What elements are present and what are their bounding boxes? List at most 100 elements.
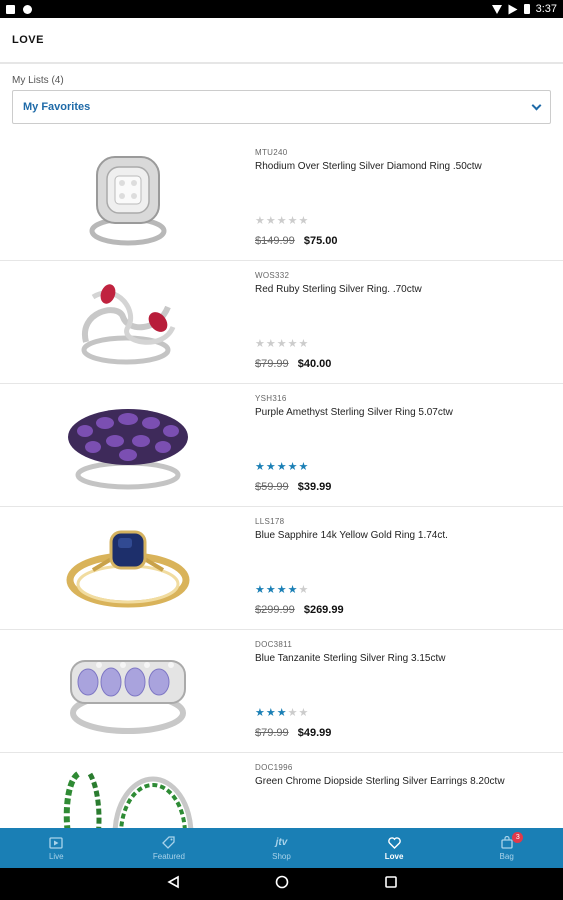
price-block: $79.99 $49.99	[255, 727, 331, 739]
price-block: $59.99 $39.99	[255, 481, 331, 493]
status-time: 3:37	[535, 3, 557, 15]
star-icon: ★	[255, 338, 265, 350]
original-price: $149.99	[255, 235, 295, 247]
battery-icon	[523, 4, 530, 14]
wifi-icon	[491, 4, 502, 14]
list-dropdown[interactable]: My Favorites	[12, 90, 551, 124]
star-icon: ★	[298, 584, 309, 596]
product-image-ruby-ring[interactable]	[0, 261, 255, 383]
tab-label: Shop	[272, 851, 291, 861]
star-icon: ★	[287, 215, 298, 227]
product-image-tanzanite-ring[interactable]	[0, 630, 255, 752]
rating-stars: ★ ★ ★ ★ ★	[255, 708, 308, 719]
system-nav-bar	[0, 868, 563, 900]
star-icon: ★	[255, 707, 265, 719]
product-list: MTU240 Rhodium Over Sterling Silver Diam…	[0, 138, 563, 828]
original-price: $79.99	[255, 358, 289, 370]
sale-price: $49.99	[297, 727, 332, 739]
original-price: $299.99	[255, 604, 295, 616]
star-icon: ★	[265, 461, 276, 473]
product-sku: YSH316	[255, 394, 287, 403]
star-icon: ★	[287, 338, 298, 350]
list-item[interactable]: DOC1996 Green Chrome Diopside Sterling S…	[0, 753, 563, 828]
bottom-tab-bar: Live Featured jtv Shop Love Bag 3	[0, 828, 563, 868]
star-icon: ★	[298, 215, 309, 227]
product-image-diamond-ring[interactable]	[0, 138, 255, 260]
chevron-down-icon	[531, 100, 542, 110]
home-icon[interactable]	[275, 875, 289, 894]
star-icon: ★	[255, 584, 265, 596]
product-sku: MTU240	[255, 148, 288, 157]
rating-stars: ★ ★ ★ ★ ★	[255, 339, 308, 350]
list-item[interactable]: WOS332 Red Ruby Sterling Silver Ring. .7…	[0, 261, 563, 384]
star-icon: ★	[265, 338, 276, 350]
jtv-icon: jtv	[275, 837, 288, 848]
star-icon: ★	[265, 584, 276, 596]
product-name[interactable]: Green Chrome Diopside Sterling Silver Ea…	[255, 776, 563, 787]
sale-price: $75.00	[303, 235, 338, 247]
notification-icon	[6, 4, 15, 14]
tab-label: Love	[384, 851, 404, 861]
back-icon[interactable]	[166, 875, 180, 894]
heart-icon	[387, 836, 401, 850]
status-bar: 3:37	[0, 0, 563, 18]
star-icon: ★	[276, 338, 287, 350]
star-icon: ★	[276, 215, 287, 227]
tab-bag[interactable]: Bag 3	[450, 828, 563, 868]
product-name[interactable]: Red Ruby Sterling Silver Ring. .70ctw	[255, 284, 563, 295]
star-icon: ★	[298, 338, 309, 350]
rating-stars: ★ ★ ★ ★ ★	[255, 585, 308, 596]
recents-icon[interactable]	[384, 875, 398, 894]
product-name[interactable]: Rhodium Over Sterling Silver Diamond Rin…	[255, 161, 563, 172]
lists-label: My Lists (4)	[12, 75, 64, 86]
list-item[interactable]: YSH316 Purple Amethyst Sterling Silver R…	[0, 384, 563, 507]
star-icon: ★	[255, 461, 265, 473]
sale-price: $269.99	[303, 604, 344, 616]
product-sku: LLS178	[255, 517, 285, 526]
tab-live[interactable]: Live	[0, 828, 113, 868]
star-icon: ★	[265, 215, 276, 227]
product-sku: DOC3811	[255, 640, 293, 649]
star-icon: ★	[265, 707, 276, 719]
tag-icon	[162, 836, 176, 850]
tab-love[interactable]: Love	[338, 828, 451, 868]
app-bar: LOVE	[0, 18, 563, 64]
star-icon: ★	[287, 584, 298, 596]
product-image-diopside-earrings[interactable]	[0, 753, 255, 828]
price-block: $149.99 $75.00	[255, 235, 337, 247]
tab-label: Featured	[152, 851, 185, 861]
sale-price: $39.99	[297, 481, 332, 493]
bulb-icon	[23, 4, 32, 14]
tab-label: Bag	[499, 851, 514, 861]
product-name[interactable]: Blue Tanzanite Sterling Silver Ring 3.15…	[255, 653, 563, 664]
bag-count-badge: 3	[512, 832, 524, 843]
star-icon: ★	[276, 584, 287, 596]
product-sku: WOS332	[255, 271, 290, 280]
signal-icon	[508, 4, 518, 14]
original-price: $59.99	[255, 481, 289, 493]
product-image-sapphire-ring[interactable]	[0, 507, 255, 629]
bag-icon	[501, 836, 513, 850]
product-sku: DOC1996	[255, 763, 293, 772]
star-icon: ★	[255, 215, 265, 227]
lists-section: My Lists (4) My Favorites	[0, 66, 563, 138]
list-dropdown-value: My Favorites	[23, 101, 91, 113]
product-name[interactable]: Purple Amethyst Sterling Silver Ring 5.0…	[255, 407, 563, 418]
sale-price: $40.00	[297, 358, 332, 370]
list-item[interactable]: LLS178 Blue Sapphire 14k Yellow Gold Rin…	[0, 507, 563, 630]
product-name[interactable]: Blue Sapphire 14k Yellow Gold Ring 1.74c…	[255, 530, 563, 541]
tab-shop[interactable]: jtv Shop	[225, 828, 338, 868]
tab-featured[interactable]: Featured	[113, 828, 226, 868]
star-icon: ★	[298, 707, 309, 719]
star-icon: ★	[298, 461, 309, 473]
star-icon: ★	[276, 707, 287, 719]
page-title: LOVE	[12, 34, 44, 46]
list-item[interactable]: MTU240 Rhodium Over Sterling Silver Diam…	[0, 138, 563, 261]
star-icon: ★	[287, 707, 298, 719]
list-item[interactable]: DOC3811 Blue Tanzanite Sterling Silver R…	[0, 630, 563, 753]
price-block: $79.99 $40.00	[255, 358, 331, 370]
rating-stars: ★ ★ ★ ★ ★	[255, 216, 308, 227]
rating-stars: ★ ★ ★ ★ ★	[255, 462, 308, 473]
product-image-amethyst-ring[interactable]	[0, 384, 255, 506]
star-icon: ★	[276, 461, 287, 473]
